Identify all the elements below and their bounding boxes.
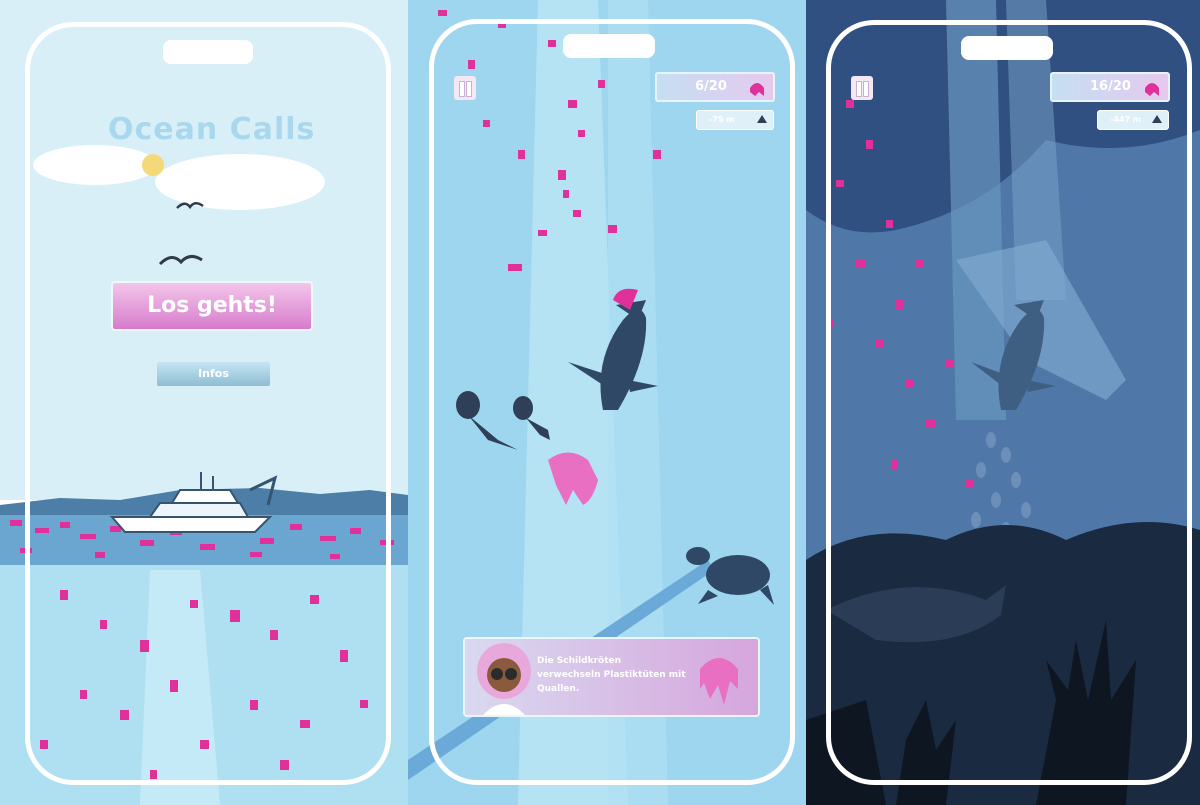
phone-frame bbox=[826, 20, 1192, 785]
phone-notch bbox=[563, 34, 655, 58]
phone-notch bbox=[163, 40, 253, 64]
screen-title: Ocean Calls Los gehts! Infos bbox=[0, 0, 408, 805]
phone-frame bbox=[429, 19, 795, 785]
screen-gameplay-deep: 16/20 -447 m bbox=[806, 0, 1200, 805]
screen-gameplay-shallow: 6/20 -75 m Die Schildkröten verwechseln … bbox=[408, 0, 806, 805]
phone-notch bbox=[961, 36, 1053, 60]
phone-frame bbox=[25, 22, 391, 785]
